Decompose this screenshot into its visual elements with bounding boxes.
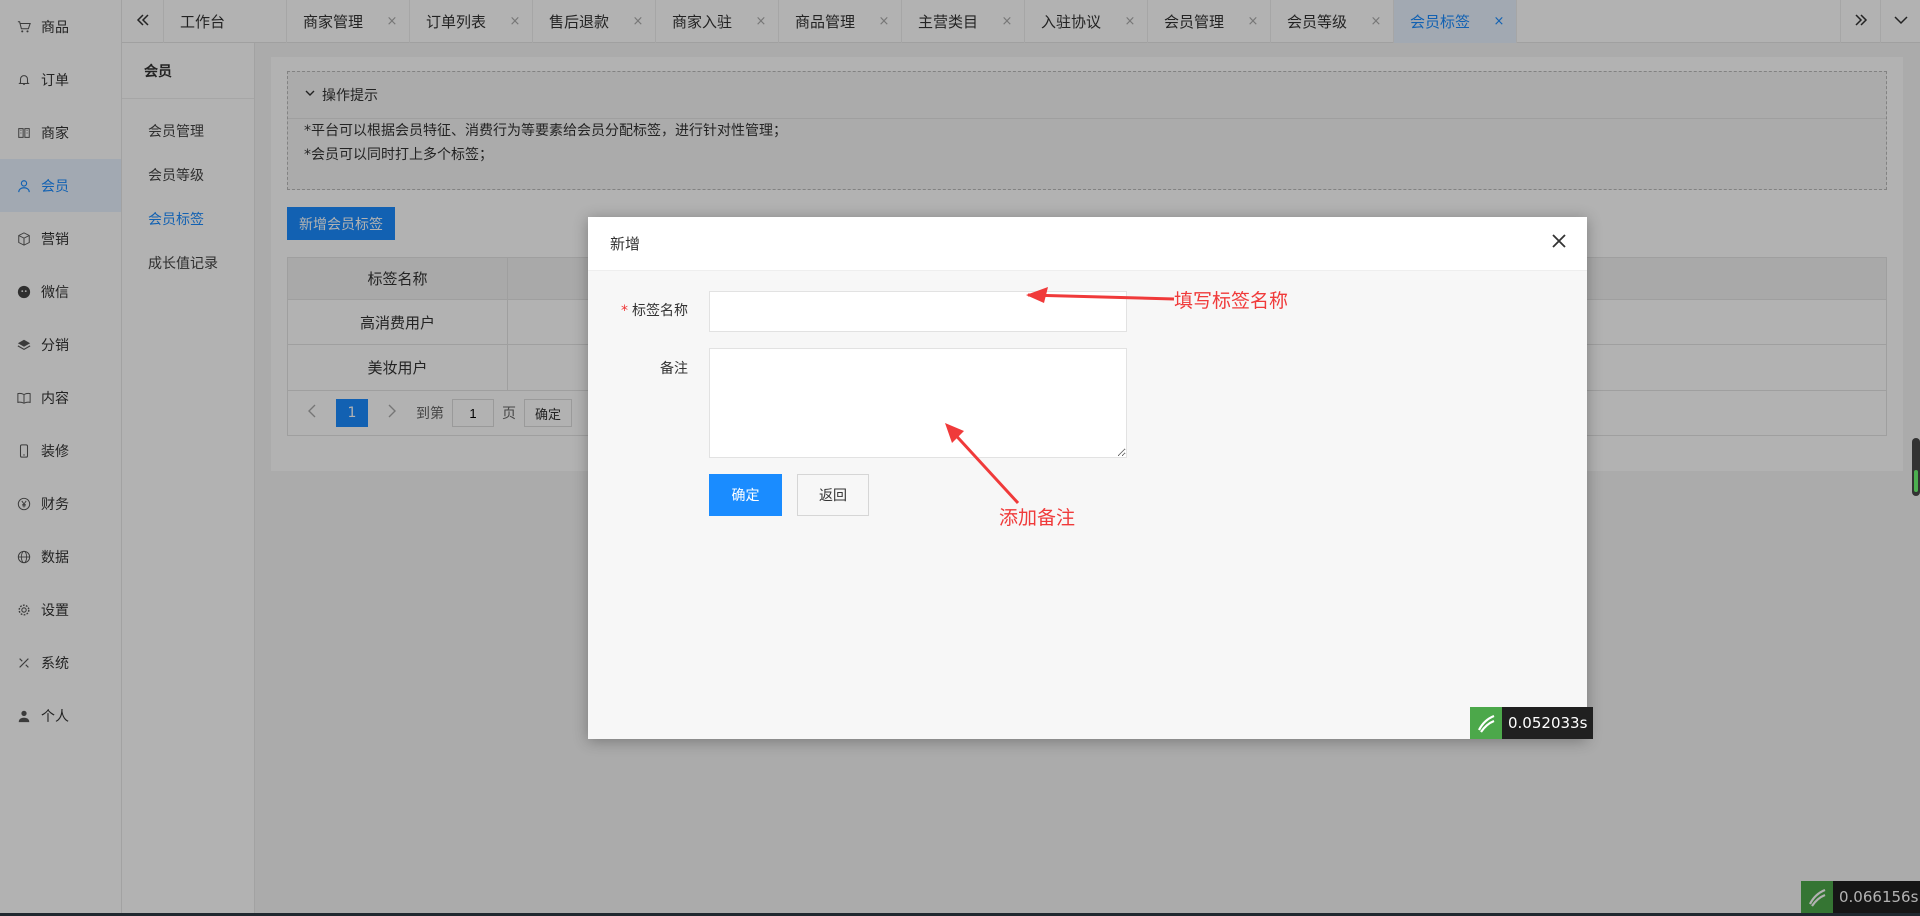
note-textarea[interactable] [709, 348, 1127, 458]
required-marker: * [621, 303, 628, 319]
back-button[interactable]: 返回 [797, 474, 869, 516]
tag-name-label: * 标签名称 [588, 300, 688, 320]
dialog-title: 新增 [610, 235, 641, 253]
tag-name-input[interactable] [709, 291, 1127, 332]
confirm-button[interactable]: 确定 [709, 474, 782, 516]
close-icon [1551, 233, 1567, 253]
tag-name-label-text: 标签名称 [632, 303, 688, 319]
leaf-logo-icon [1470, 707, 1502, 739]
note-label: 备注 [660, 361, 688, 377]
close-dialog-button[interactable] [1547, 231, 1571, 255]
scroll-indicator[interactable] [1912, 438, 1920, 496]
add-tag-dialog: 新增 * 标签名称 备注 确定 返回 填写标签名称 添加备注 0.052033s [588, 217, 1594, 739]
dialog-timer-value: 0.052033s [1502, 707, 1594, 739]
annotation-fill-tag-name: 填写标签名称 [1174, 290, 1289, 312]
dialog-header: 新增 [588, 217, 1587, 271]
dialog-timer-badge: 0.052033s [1470, 707, 1594, 739]
annotation-add-note: 添加备注 [999, 507, 1076, 529]
